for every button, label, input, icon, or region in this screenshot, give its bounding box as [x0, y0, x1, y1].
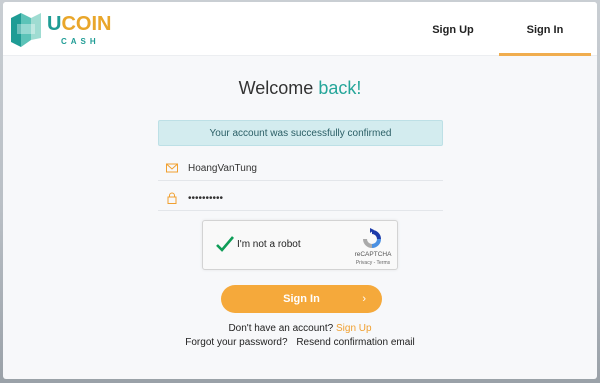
- password-field: [158, 185, 443, 211]
- success-alert: Your account was successfully confirmed: [158, 120, 443, 146]
- signup-link[interactable]: Sign Up: [336, 323, 372, 334]
- recaptcha-links[interactable]: Privacy - Terms: [348, 260, 398, 266]
- captcha-label: I'm not a robot: [237, 239, 301, 250]
- nav-sign-in[interactable]: Sign In: [499, 2, 591, 56]
- active-tab-indicator: [499, 53, 591, 56]
- recaptcha-widget: I'm not a robot reCAPTCHA Privacy - Term…: [202, 220, 398, 270]
- welcome-heading: Welcome back!: [3, 78, 597, 99]
- username-field: [158, 155, 443, 181]
- nav-sign-up[interactable]: Sign Up: [413, 2, 493, 56]
- no-account-text: Don't have an account?: [228, 323, 334, 334]
- lock-icon: [167, 192, 177, 204]
- recaptcha-brand: reCAPTCHA: [354, 251, 392, 258]
- checkmark-icon[interactable]: [215, 234, 235, 254]
- welcome-prefix: Welcome: [238, 78, 319, 98]
- sign-in-button[interactable]: Sign In ›: [221, 285, 382, 313]
- chevron-right-icon: ›: [362, 293, 366, 305]
- password-input[interactable]: [188, 189, 438, 207]
- resend-confirmation-link[interactable]: Resend confirmation email: [296, 337, 414, 348]
- logo-wordmark: UCOIN: [47, 13, 112, 35]
- logo-subtitle: CASH: [61, 37, 100, 46]
- welcome-accent: back!: [318, 78, 362, 98]
- forgot-password-link[interactable]: Forgot your password?: [185, 337, 287, 348]
- recaptcha-logo-icon: [363, 228, 381, 248]
- username-input[interactable]: [188, 159, 438, 177]
- nav-sign-in-label: Sign In: [526, 24, 564, 36]
- login-window: UCOIN CASH Sign Up Sign In Welcome back!…: [3, 2, 597, 379]
- sign-in-button-label: Sign In: [283, 293, 320, 305]
- ucoin-cash-logo[interactable]: UCOIN CASH: [9, 10, 119, 50]
- account-help-links: Forgot your password? Resend confirmatio…: [3, 337, 597, 348]
- logo-mark-icon: [11, 13, 41, 47]
- envelope-icon: [166, 163, 178, 173]
- top-header: UCOIN CASH Sign Up Sign In: [3, 2, 597, 56]
- signup-prompt: Don't have an account? Sign Up: [3, 323, 597, 334]
